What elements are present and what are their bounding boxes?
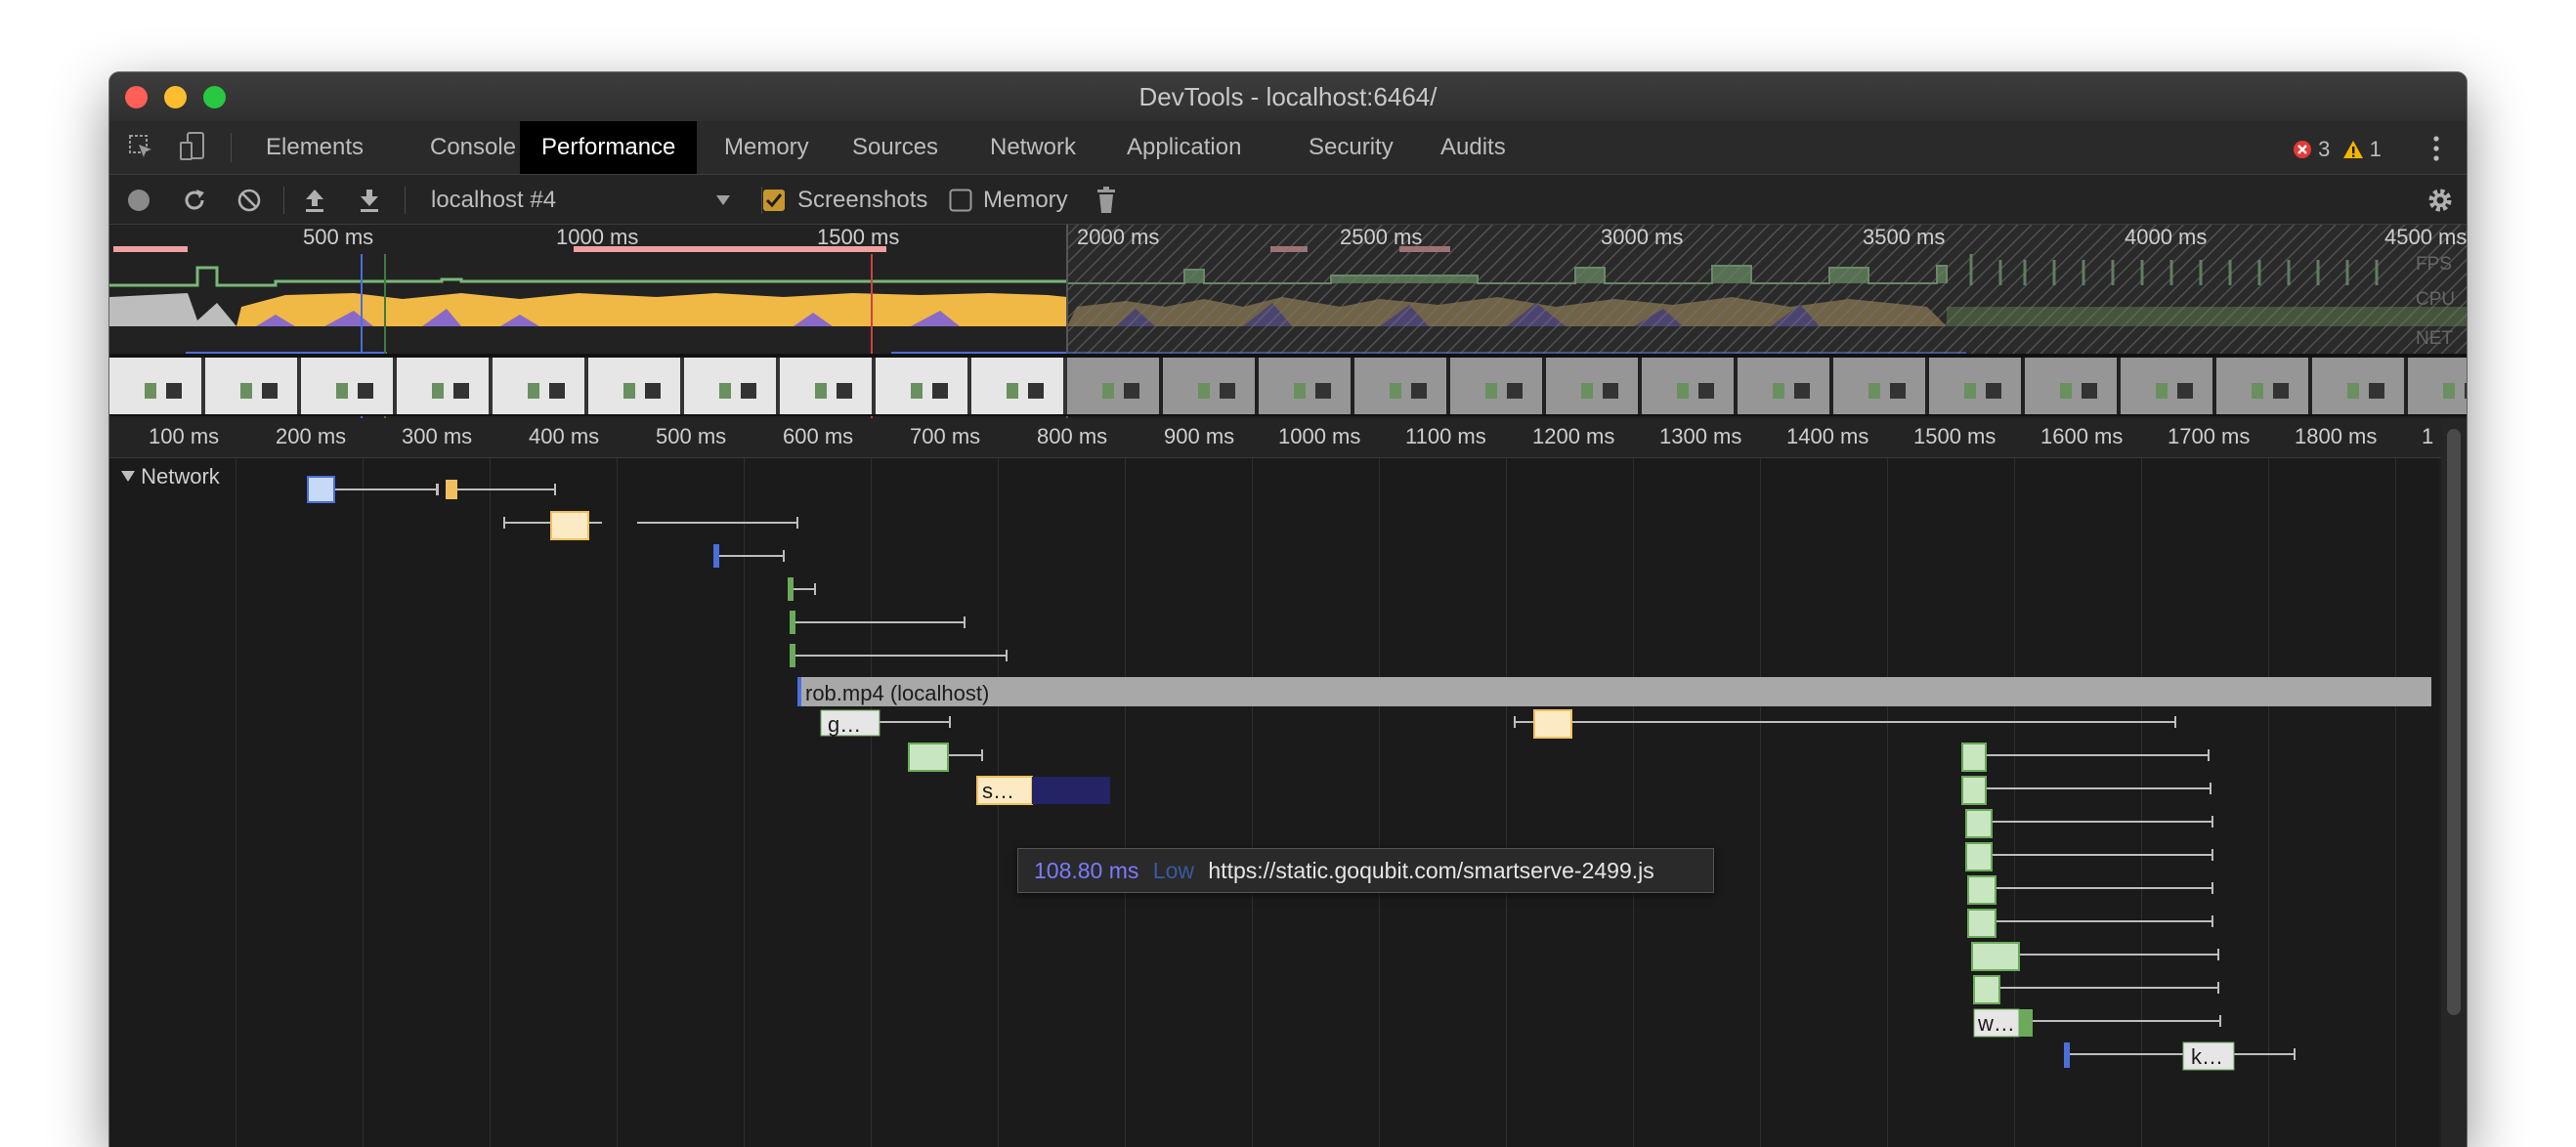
tab-network[interactable]: Network (968, 121, 1097, 174)
memory-label[interactable]: Memory (983, 187, 1068, 214)
overview-tick: 2500 ms (1340, 225, 1423, 249)
more-options-icon[interactable] (2431, 135, 2441, 162)
tooltip-url: https://static.goqubit.com/smartserve-24… (1208, 858, 1654, 883)
overview-tick: 1500 ms (817, 225, 900, 249)
ruler-tick: 1800 ms (2295, 424, 2378, 448)
request-bar[interactable]: g… (828, 712, 861, 738)
time-ruler: 100 ms 200 ms 300 ms 400 ms 500 ms 600 m… (109, 418, 2467, 458)
overview-tick: 3000 ms (1601, 225, 1684, 249)
tab-application[interactable]: Application (1105, 121, 1263, 174)
cpu-track-label: CPU (2416, 289, 2456, 310)
screenshot-filmstrip (109, 354, 2467, 416)
tab-elements[interactable]: Elements (244, 121, 385, 174)
ruler-tick: 1400 ms (1786, 424, 1869, 448)
performance-toolbar: localhost #4 Screenshots Memory (109, 175, 2467, 225)
save-profile-icon[interactable] (357, 187, 382, 214)
warning-count: 1 (2369, 137, 2382, 161)
inspect-element-icon[interactable] (127, 133, 154, 160)
tooltip-priority: Low (1152, 858, 1194, 883)
memory-checkbox[interactable] (949, 189, 972, 212)
screenshots-label[interactable]: Screenshots (797, 187, 927, 214)
tab-audits[interactable]: Audits (1419, 121, 1527, 174)
request-bar[interactable]: w… (1978, 1011, 2015, 1037)
ruler-tick: 500 ms (656, 424, 727, 448)
tab-sources[interactable]: Sources (831, 121, 960, 174)
panel-tab-bar: Elements Console Performance Memory Sour… (109, 121, 2467, 175)
ruler-tick: 200 ms (276, 424, 347, 448)
request-bar[interactable]: k… (2191, 1044, 2223, 1070)
clear-icon[interactable] (236, 187, 263, 214)
ruler-tick: 400 ms (529, 424, 600, 448)
network-track[interactable]: Network rob.mp4 (localhost) g… s… w… k… … (109, 458, 2439, 1147)
reload-record-icon[interactable] (181, 187, 208, 214)
toolbar-divider (405, 187, 406, 214)
ruler-tick: 300 ms (402, 424, 473, 448)
window-title: DevTools - localhost:6464/ (1138, 82, 1438, 111)
toolbar-divider (283, 187, 284, 214)
warning-icon (2342, 141, 2363, 158)
overview-tick: 4500 ms (2384, 225, 2467, 249)
ruler-tick: 1 (2422, 424, 2434, 448)
ruler-tick: 1100 ms (1405, 424, 1486, 448)
record-icon[interactable] (126, 188, 151, 213)
vertical-scrollbar[interactable] (2441, 419, 2467, 1147)
ruler-tick: 1300 ms (1659, 424, 1742, 448)
profile-select[interactable]: localhost #4 (431, 187, 556, 214)
tab-security[interactable]: Security (1287, 121, 1415, 174)
screenshots-checkbox[interactable] (762, 189, 786, 212)
ruler-tick: 1600 ms (2040, 424, 2124, 448)
overview-tick: 500 ms (303, 225, 374, 249)
title-bar: DevTools - localhost:6464/ (109, 72, 2467, 122)
ruler-tick: 800 ms (1037, 424, 1108, 448)
request-tooltip: 108.80 ms Low https://static.goqubit.com… (1017, 848, 1714, 893)
ruler-tick: 1700 ms (2168, 424, 2251, 448)
device-toolbar-icon[interactable] (178, 131, 207, 162)
network-requests (307, 476, 2431, 1071)
ruler-tick: 1000 ms (1278, 424, 1361, 448)
collect-garbage-icon[interactable] (1095, 186, 1118, 215)
ruler-tick: 1200 ms (1532, 424, 1615, 448)
console-status[interactable]: 3 1 (2293, 137, 2382, 161)
overview-tick: 1000 ms (556, 225, 639, 249)
scrollbar-thumb[interactable] (2447, 429, 2461, 1015)
devtools-window: DevTools - localhost:6464/ Elements Cons… (109, 72, 2467, 1147)
ruler-tick: 900 ms (1164, 424, 1235, 448)
overview-tick: 2000 ms (1077, 225, 1160, 249)
fps-track-label: FPS (2416, 254, 2452, 275)
tooltip-duration: 108.80 ms (1034, 858, 1139, 883)
tab-performance[interactable]: Performance (520, 121, 698, 174)
ruler-tick: 1500 ms (1913, 424, 1996, 448)
timeline-overview[interactable]: 500 ms 1000 ms 1500 ms 2000 ms 2500 ms 3… (109, 225, 2467, 418)
overview-tick: 4000 ms (2125, 225, 2208, 249)
error-icon (2294, 141, 2311, 158)
request-bar[interactable]: s… (982, 779, 1014, 804)
tab-console[interactable]: Console (408, 121, 537, 174)
tab-memory[interactable]: Memory (703, 121, 831, 174)
ruler-tick: 600 ms (783, 424, 854, 448)
tab-divider (231, 133, 232, 162)
video-request-bar[interactable]: rob.mp4 (localhost) (805, 681, 989, 706)
ruler-tick: 700 ms (910, 424, 981, 448)
net-track-label: NET (2416, 328, 2453, 349)
capture-settings-icon[interactable] (2426, 186, 2455, 215)
error-count: 3 (2318, 137, 2331, 161)
ruler-tick: 100 ms (149, 424, 220, 448)
overview-tick: 3500 ms (1863, 225, 1946, 249)
chevron-down-icon[interactable] (715, 194, 731, 206)
load-profile-icon[interactable] (302, 187, 327, 214)
